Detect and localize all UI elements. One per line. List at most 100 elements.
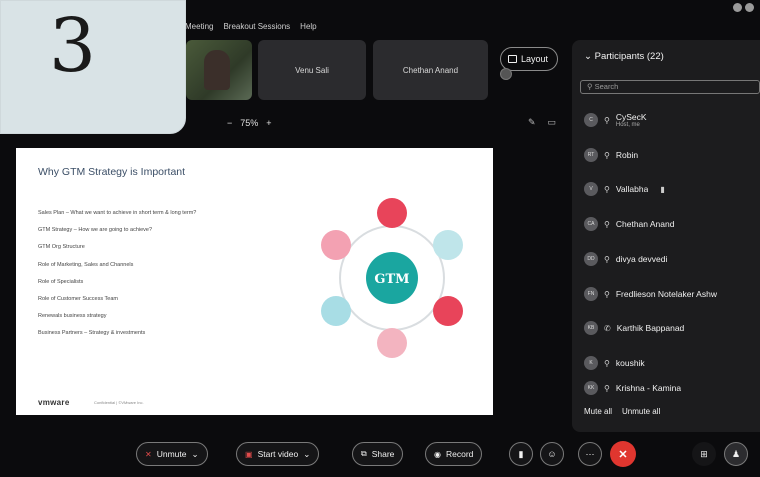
annotate-icon[interactable]: ✎	[528, 117, 536, 128]
slide-bullet: Business Partners – Strategy & investmen…	[38, 330, 146, 337]
slide-bullet: GTM Strategy – How we are going to achie…	[38, 227, 153, 234]
participant-row[interactable]: RT ⚲ Robin	[584, 142, 760, 168]
start-video-label: Start video	[257, 449, 299, 459]
tile-name: Chethan Anand	[402, 65, 459, 75]
menu-help[interactable]: Help	[300, 22, 316, 31]
hub-label: GTM	[374, 272, 409, 287]
avatar: FN	[584, 287, 598, 301]
avatar: V	[584, 182, 598, 196]
person-icon: ♟	[731, 448, 741, 459]
participant-video	[204, 50, 230, 90]
participant-name: Vallabha	[615, 184, 649, 194]
participants-search-input[interactable]: ⚲ Search	[580, 80, 760, 94]
mic-muted-icon: ⚲	[604, 219, 610, 229]
layout-icon	[508, 55, 517, 63]
captions-button[interactable]: ▮	[509, 442, 533, 466]
mic-muted-icon: ⚲	[604, 383, 610, 393]
participants-header[interactable]: ⌄ Participants (22)	[584, 51, 664, 62]
avatar: DD	[584, 252, 598, 266]
chevron-down-icon[interactable]: ⌄	[191, 449, 198, 460]
gtm-hub-diagram: GTM	[321, 198, 463, 358]
captions-icon: ▮	[518, 448, 524, 459]
search-placeholder: Search	[594, 82, 619, 91]
slide-bullet: Renewals business strategy	[38, 313, 107, 320]
zoom-in-button[interactable]: +	[266, 118, 271, 128]
meeting-control-bar: ✕ Unmute ⌄ ▣ Start video ⌄ ⧉ Share ◉ Rec…	[0, 432, 760, 477]
settings-icon[interactable]	[733, 3, 742, 12]
more-icon: ⋯	[585, 448, 595, 459]
participant-row[interactable]: FN ⚲ Fredlieson Notelaker Ashw	[584, 281, 760, 307]
unmute-button[interactable]: ✕ Unmute ⌄	[136, 442, 208, 466]
slide-title: Why GTM Strategy is Important	[38, 166, 186, 178]
participant-row[interactable]: C ⚲ CySecK Host, me	[584, 107, 760, 133]
layout-label: Layout	[521, 54, 549, 64]
menu-meeting[interactable]: Meeting	[185, 22, 213, 31]
mute-all-button[interactable]: Mute all	[584, 407, 612, 416]
participant-row[interactable]: KK ⚲ Krishna - Kamina	[584, 380, 760, 396]
hub-node	[377, 198, 407, 228]
participants-title: Participants (22)	[594, 51, 664, 62]
menu-breakout-sessions[interactable]: Breakout Sessions	[223, 22, 290, 31]
participant-name: Chethan Anand	[615, 219, 675, 229]
chevron-down-icon: ⌄	[584, 51, 592, 62]
avatar: KK	[584, 381, 598, 395]
participants-panel: ⌄ Participants (22) ⚲ Search C ⚲ CySecK …	[572, 40, 760, 432]
participant-name: koushik	[615, 358, 645, 368]
avatar: CA	[584, 217, 598, 231]
device-icon: ▮	[660, 184, 665, 194]
vmware-logo: vmware	[38, 398, 70, 407]
participant-row[interactable]: KB ✆ Karthik Bappanad	[584, 315, 760, 341]
video-tile-chethan[interactable]: Chethan Anand	[373, 40, 488, 100]
more-options-button[interactable]: ⋯	[578, 442, 602, 466]
slide-bullets: Sales Plan – What we want to achieve in …	[38, 210, 196, 348]
record-icon: ◉	[434, 449, 441, 459]
start-video-button[interactable]: ▣ Start video ⌄	[236, 442, 320, 466]
layout-button[interactable]: Layout	[500, 47, 558, 71]
participant-name: Fredlieson Notelaker Ashw	[615, 289, 717, 299]
smiley-icon: ☺	[547, 449, 557, 459]
video-tile-self[interactable]	[186, 40, 252, 100]
slide-bullet: Role of Customer Success Team	[38, 295, 118, 302]
unmute-all-button[interactable]: Unmute all	[622, 407, 660, 416]
zoom-control: − 75% +	[227, 118, 272, 128]
zoom-out-button[interactable]: −	[227, 118, 232, 128]
window-control-icon[interactable]	[745, 3, 754, 12]
leave-meeting-button[interactable]: ✕	[610, 441, 636, 467]
share-button[interactable]: ⧉ Share	[352, 442, 404, 466]
participants-toggle-button[interactable]: ♟	[724, 442, 748, 466]
hub-node	[433, 230, 463, 260]
participant-row[interactable]: DD ⚲ divya devvedi	[584, 246, 760, 272]
popout-icon[interactable]: ▭	[548, 117, 557, 128]
participant-row[interactable]: V ⚲ Vallabha ▮	[584, 176, 760, 202]
share-icon: ⧉	[361, 449, 367, 458]
badge-number: 3	[49, 3, 97, 89]
record-label: Record	[445, 449, 474, 459]
participant-row[interactable]: CA ⚲ Chethan Anand	[584, 211, 760, 237]
participant-name: Karthik Bappanad	[616, 323, 685, 333]
participants-footer: Mute all Unmute all	[584, 407, 660, 416]
mic-muted-icon: ⚲	[604, 289, 610, 299]
participant-row[interactable]: K ⚲ koushik	[584, 350, 760, 376]
share-view-icons: ✎ ▭	[528, 117, 556, 128]
layout-handle[interactable]	[500, 68, 512, 80]
share-label: Share	[371, 449, 395, 459]
participant-name-block: CySecK Host, me	[616, 112, 647, 128]
apps-icon: ⊞	[700, 448, 708, 459]
reactions-button[interactable]: ☺	[540, 442, 564, 466]
close-icon: ✕	[618, 448, 628, 461]
participant-name: CySecK	[615, 112, 647, 122]
shared-slide: Why GTM Strategy is Important Sales Plan…	[16, 148, 493, 415]
avatar: RT	[584, 148, 598, 162]
slide-bullet: Role of Marketing, Sales and Channels	[38, 261, 134, 268]
apps-button[interactable]: ⊞	[692, 442, 716, 466]
hub-node	[321, 230, 351, 260]
mic-muted-icon: ⚲	[604, 115, 610, 125]
hub-node	[377, 328, 407, 358]
zoom-level: 75%	[240, 118, 259, 128]
video-tile-venu[interactable]: Venu Sali	[258, 40, 366, 100]
chevron-down-icon[interactable]: ⌄	[303, 449, 310, 460]
slide-bullet: Sales Plan – What we want to achieve in …	[38, 210, 197, 216]
hub-node	[433, 296, 463, 326]
record-button[interactable]: ◉ Record	[425, 442, 483, 466]
participant-name: divya devvedi	[615, 254, 668, 264]
